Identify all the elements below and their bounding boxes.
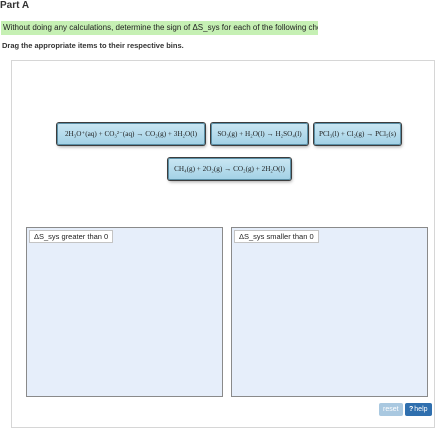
bin-label-greater: ΔS_sys greater than 0	[29, 230, 114, 243]
bin-greater-than-zero[interactable]: ΔS_sys greater than 0	[26, 227, 223, 397]
draggable-item-so3-reaction[interactable]: SO₃(g) + H₂O(l) → H₂SO₄(l)	[211, 123, 308, 145]
question-mark-icon: ?	[409, 406, 414, 413]
bin-smaller-than-zero[interactable]: ΔS_sys smaller than 0	[231, 227, 428, 397]
draggable-item-carbonate-reaction[interactable]: 2H₃O⁺(aq) + CO₃²⁻(aq) → CO₂(g) + 3H₂O(l)	[57, 123, 205, 145]
drag-drop-workspace: 2H₃O⁺(aq) + CO₃²⁻(aq) → CO₂(g) + 3H₂O(l)…	[11, 60, 435, 428]
question-prompt: Without doing any calculations, determin…	[1, 21, 318, 35]
bin-label-smaller: ΔS_sys smaller than 0	[234, 230, 319, 243]
draggable-item-ch4-reaction[interactable]: CH₄(g) + 2O₂(g) → CO₂(g) + 2H₂O(l)	[168, 158, 291, 180]
drag-instruction: Drag the appropriate items to their resp…	[2, 41, 184, 50]
help-button[interactable]: ?help	[405, 403, 432, 416]
help-label: help	[414, 406, 428, 413]
part-title: Part A	[0, 0, 30, 11]
draggable-item-pcl3-reaction[interactable]: PCl₃(l) + Cl₂(g) → PCl₅(s)	[314, 123, 401, 145]
reset-label: reset	[383, 406, 399, 413]
reset-button[interactable]: reset	[379, 403, 403, 416]
